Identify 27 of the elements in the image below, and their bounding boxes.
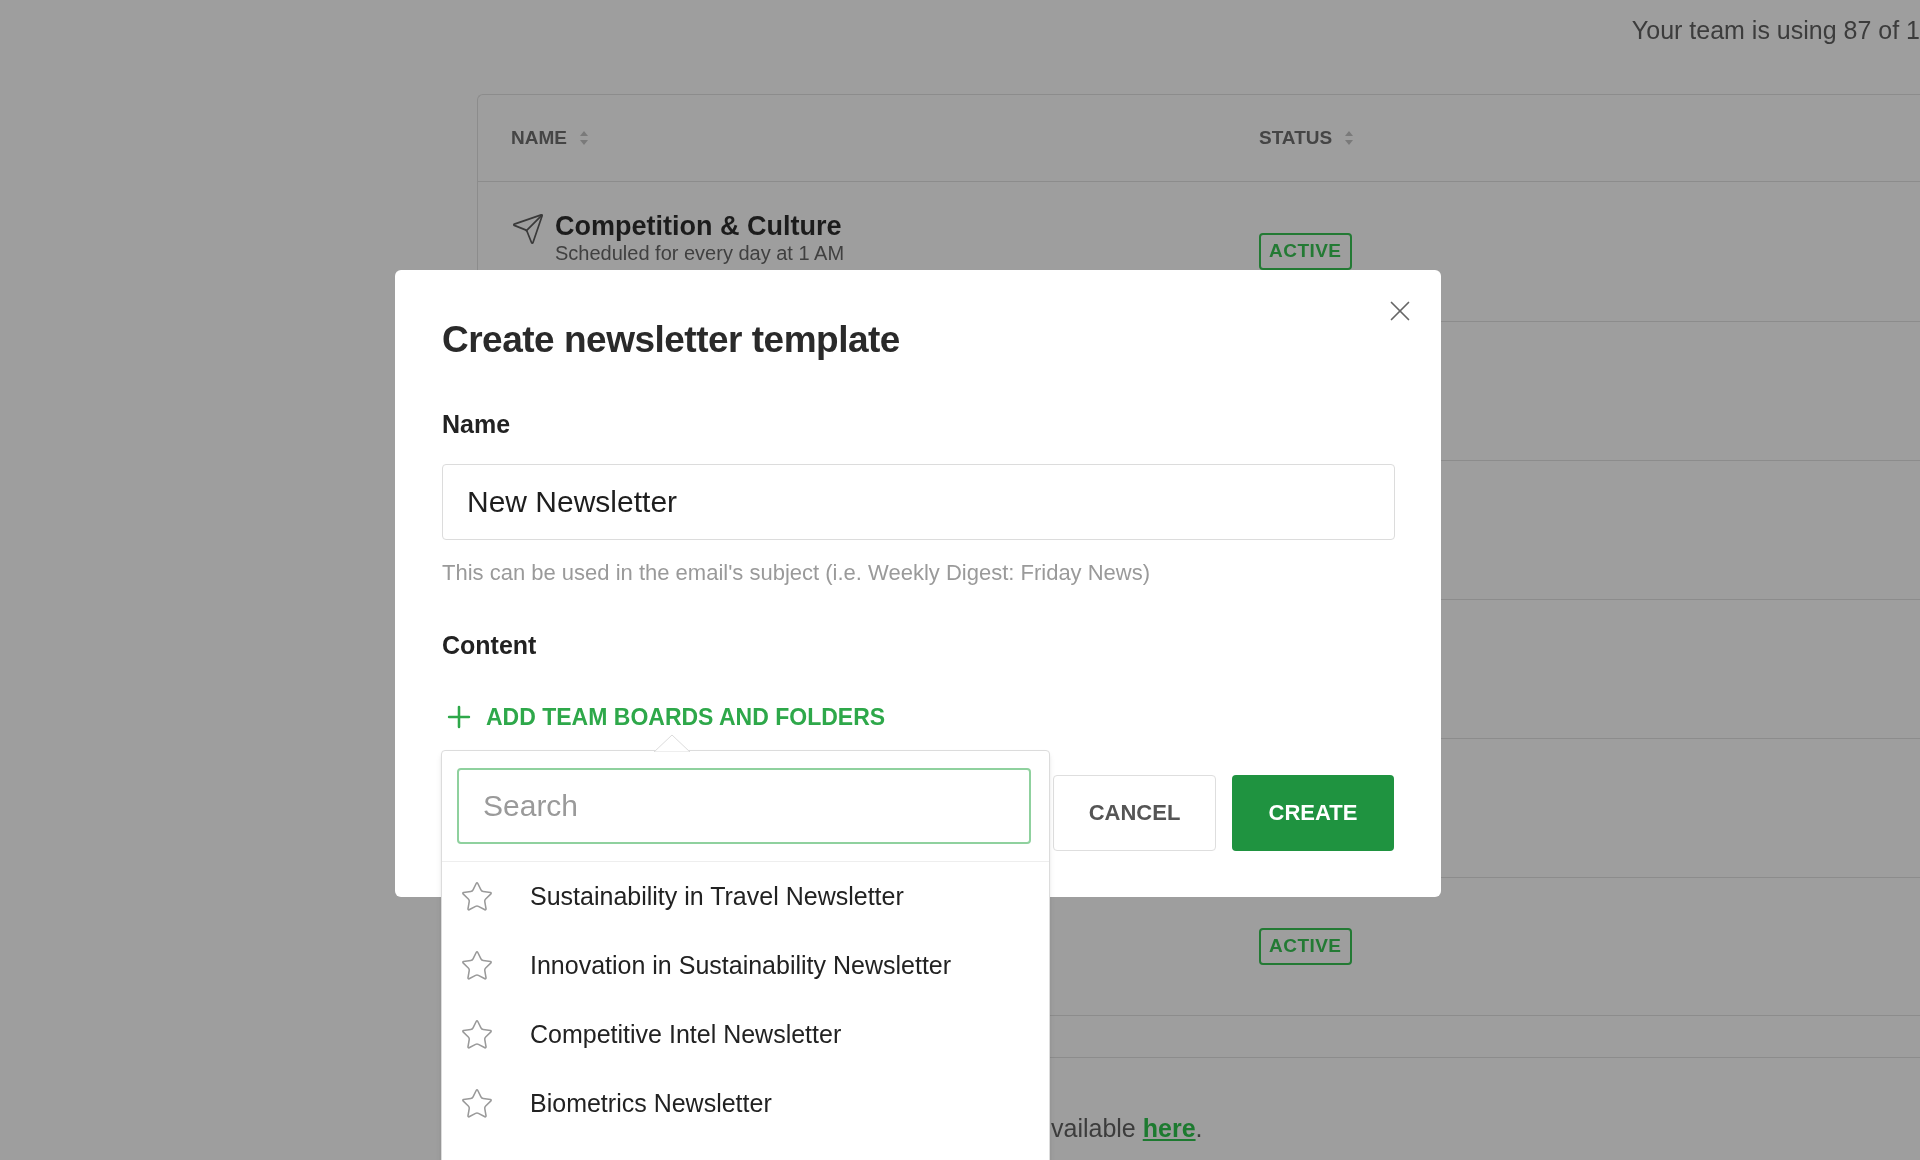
field-label: Content — [442, 629, 538, 661]
hint-text: This can be used in the email's subject (i.e. Weekly Digest: Friday News) — [442, 558, 1152, 587]
board-list-item[interactable]: Biometrics Newsletter — [442, 1069, 1049, 1138]
star-icon[interactable] — [460, 1017, 494, 1052]
paper-plane-icon — [511, 212, 545, 246]
status-badge: ACTIVE — [1259, 928, 1352, 965]
dialog-title: Create newsletter template — [442, 318, 901, 362]
star-icon[interactable] — [460, 879, 494, 914]
board-list-item[interactable]: Competitive Intel Newsletter — [442, 1000, 1049, 1069]
sort-icon — [578, 130, 589, 146]
star-icon[interactable] — [460, 948, 494, 983]
star-icon[interactable] — [460, 1086, 494, 1121]
cancel-button[interactable]: CANCEL — [1053, 774, 1216, 851]
column-header[interactable]: NAME — [511, 123, 567, 153]
create-button[interactable]: CREATE — [1232, 774, 1394, 851]
status-badge: ACTIVE — [1259, 233, 1352, 270]
schedule-text: Scheduled for every day at 1 AM — [555, 242, 845, 264]
footer-text: vailable here. — [1051, 1114, 1203, 1142]
field-label: Name — [442, 409, 512, 440]
usage-note: Your team is using 87 of 1 — [1631, 15, 1920, 46]
name-field[interactable]: New Newsletter — [442, 463, 1395, 540]
search-field[interactable]: Search — [457, 768, 1031, 844]
newsletter-name: Competition & Culture — [555, 212, 843, 240]
sort-icon — [1344, 130, 1355, 146]
board-list-item[interactable]: Sustainability in Travel Newsletter — [442, 862, 1049, 931]
board-list-item[interactable]: Innovation in Sustainability Newsletter — [442, 931, 1049, 1000]
column-header[interactable]: STATUS — [1259, 123, 1333, 153]
